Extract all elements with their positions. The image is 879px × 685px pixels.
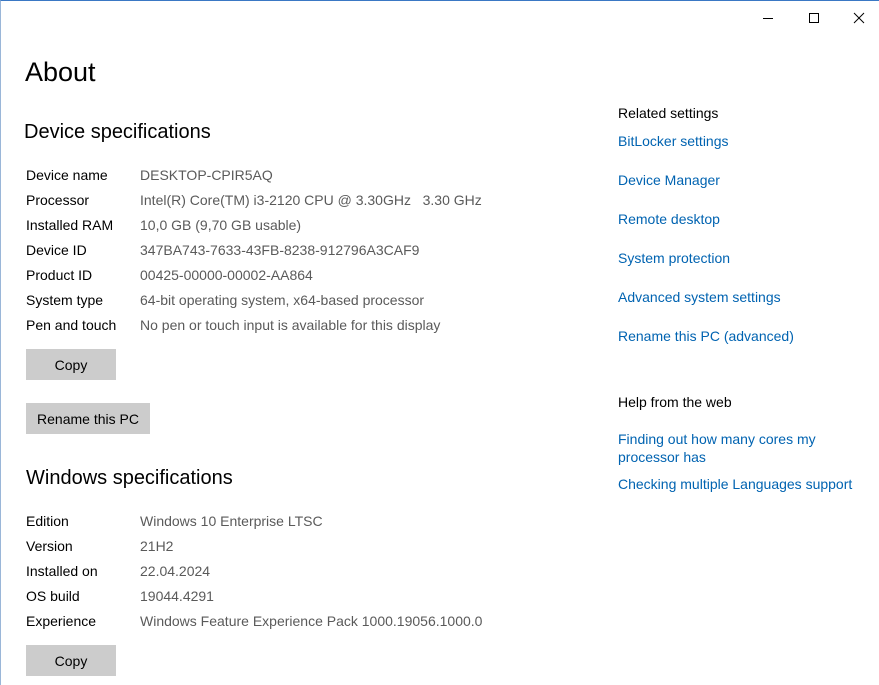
spec-label: Pen and touch [26, 317, 117, 333]
copy-device-specs-button[interactable]: Copy [26, 349, 116, 380]
spec-value: Windows Feature Experience Pack 1000.190… [140, 613, 483, 629]
spec-label: Device ID [26, 242, 87, 258]
rename-pc-button[interactable]: Rename this PC [26, 403, 150, 434]
link-remote-desktop[interactable]: Remote desktop [618, 210, 868, 228]
spec-label: Edition [26, 513, 69, 529]
maximize-icon [809, 13, 819, 23]
spec-row-edition: Edition Windows 10 Enterprise LTSC [26, 512, 586, 537]
spec-row-system-type: System type 64-bit operating system, x64… [26, 291, 586, 316]
spec-row-experience: Experience Windows Feature Experience Pa… [26, 612, 586, 637]
link-bitlocker-settings[interactable]: BitLocker settings [618, 132, 868, 150]
link-rename-pc-advanced[interactable]: Rename this PC (advanced) [618, 327, 868, 345]
spec-label: Product ID [26, 267, 93, 283]
spec-value: 22.04.2024 [140, 563, 211, 579]
windows-specs-heading: Windows specifications [26, 467, 233, 489]
spec-row-os-build: OS build 19044.4291 [26, 587, 586, 612]
maximize-button[interactable] [791, 1, 837, 35]
spec-label: Installed on [26, 563, 98, 579]
close-button[interactable] [836, 1, 879, 35]
link-cores-help[interactable]: Finding out how many cores my processor … [618, 430, 833, 466]
spec-row-device-id: Device ID 347BA743-7633-43FB-8238-912796… [26, 241, 586, 266]
minimize-icon [763, 18, 773, 19]
link-languages-help[interactable]: Checking multiple Languages support [618, 475, 868, 493]
spec-label: OS build [26, 588, 80, 604]
spec-value: DESKTOP-CPIR5AQ [140, 167, 273, 183]
spec-label: Installed RAM [26, 217, 114, 233]
minimize-button[interactable] [745, 1, 791, 35]
spec-value: 347BA743-7633-43FB-8238-912796A3CAF9 [140, 242, 420, 258]
link-device-manager[interactable]: Device Manager [618, 171, 868, 189]
close-icon [853, 12, 865, 24]
device-specs-heading: Device specifications [24, 121, 211, 143]
related-settings-heading: Related settings [618, 105, 719, 121]
settings-window: About Device specifications Device name … [0, 0, 879, 685]
spec-row-installed-ram: Installed RAM 10,0 GB (9,70 GB usable) [26, 216, 586, 241]
spec-row-processor: Processor Intel(R) Core(TM) i3-2120 CPU … [26, 191, 586, 216]
spec-row-device-name: Device name DESKTOP-CPIR5AQ [26, 166, 586, 191]
spec-value: 00425-00000-00002-AA864 [140, 267, 313, 283]
spec-row-pen-and-touch: Pen and touch No pen or touch input is a… [26, 316, 586, 341]
help-heading: Help from the web [618, 394, 732, 410]
link-system-protection[interactable]: System protection [618, 249, 868, 267]
windows-specs-list: Edition Windows 10 Enterprise LTSC Versi… [26, 512, 586, 637]
link-advanced-system-settings[interactable]: Advanced system settings [618, 288, 868, 306]
spec-value: Windows 10 Enterprise LTSC [140, 513, 323, 529]
spec-row-version: Version 21H2 [26, 537, 586, 562]
spec-label: Experience [26, 613, 97, 629]
spec-row-installed-on: Installed on 22.04.2024 [26, 562, 586, 587]
spec-value: Intel(R) Core(TM) i3-2120 CPU @ 3.30GHz … [140, 192, 482, 208]
spec-value: No pen or touch input is available for t… [140, 317, 441, 333]
copy-windows-specs-button[interactable]: Copy [26, 645, 116, 676]
spec-value: 10,0 GB (9,70 GB usable) [140, 217, 302, 233]
spec-row-product-id: Product ID 00425-00000-00002-AA864 [26, 266, 586, 291]
spec-label: Version [26, 538, 73, 554]
spec-label: System type [26, 292, 104, 308]
spec-value: 21H2 [140, 538, 174, 554]
page-title: About [25, 57, 96, 87]
spec-value: 64-bit operating system, x64-based proce… [140, 292, 425, 308]
device-specs-list: Device name DESKTOP-CPIR5AQ Processor In… [26, 166, 586, 341]
spec-value: 19044.4291 [140, 588, 214, 604]
spec-label: Device name [26, 167, 108, 183]
spec-label: Processor [26, 192, 90, 208]
